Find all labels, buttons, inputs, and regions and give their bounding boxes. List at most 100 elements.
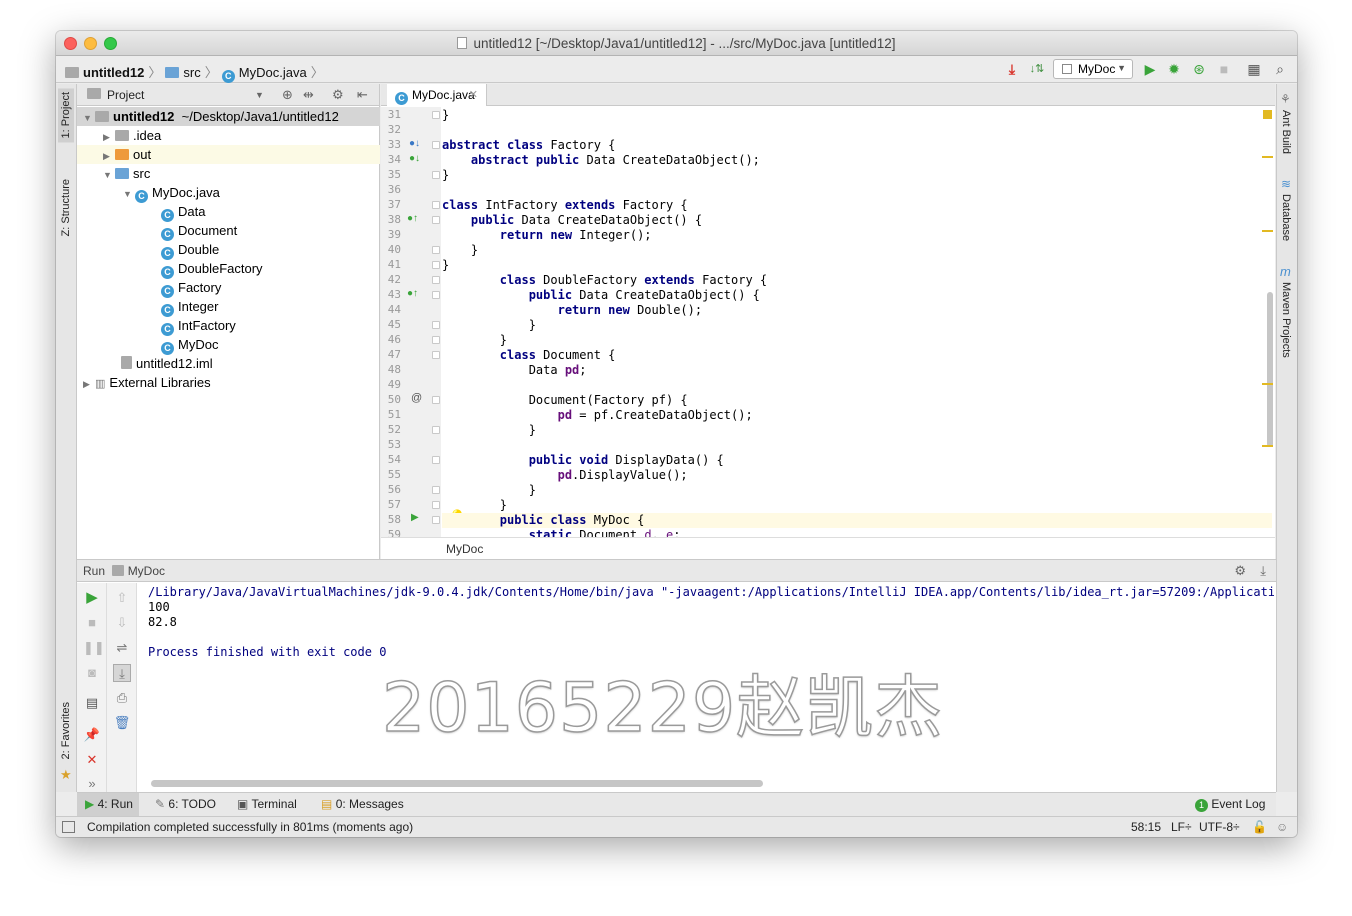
structure-tool-tab[interactable]: Z: Structure [60,179,72,236]
pin-icon[interactable]: 📌 [83,726,101,744]
fold-marker[interactable] [432,351,440,359]
tree-item-out[interactable]: ▶ out [77,145,380,164]
tree-item-class[interactable]: C DoubleFactory [77,259,380,279]
code-area[interactable]: } abstract class Factory { abstract publ… [442,107,1272,537]
sort-icon[interactable]: ↓⇅ [1029,61,1045,77]
print-icon[interactable]: ⎙ [113,689,131,707]
rerun-icon[interactable]: ▶ [83,589,101,607]
tab-todo[interactable]: ✎ 6: TODO [155,797,216,811]
tree-item-class[interactable]: C Factory [77,278,380,298]
chevron-down-icon[interactable]: ▼ [255,90,264,100]
project-view-selector[interactable]: Project [107,88,144,102]
fold-marker[interactable] [432,246,440,254]
coverage-icon[interactable]: ⊛ [1191,61,1207,77]
search-icon[interactable]: ⌕ [1272,61,1288,77]
project-structure-icon[interactable]: ▦ [1246,61,1262,77]
lock-icon[interactable]: 🔓 [1252,820,1267,834]
pause-icon[interactable]: ❚❚ [83,639,105,657]
more-icon[interactable]: » [83,775,101,793]
close-icon[interactable]: ✕ [83,751,101,769]
fold-marker[interactable] [432,291,440,299]
soft-wrap-icon[interactable]: ⇌ [113,639,131,657]
encoding-selector[interactable]: UTF-8÷ [1199,820,1240,834]
status-message[interactable]: Compilation completed successfully in 80… [87,820,413,834]
fold-marker[interactable] [432,396,440,404]
collapse-all-icon[interactable]: ⇹ [303,87,314,103]
fold-marker[interactable] [432,501,440,509]
override-marker-icon[interactable]: ●↑ [407,213,418,224]
tab-event-log[interactable]: 1 Event Log [1195,797,1265,812]
fold-marker[interactable] [432,321,440,329]
tool-windows-toggle-icon[interactable] [62,821,75,833]
run-gutter-icon[interactable]: ▶ [411,512,419,523]
tab-terminal[interactable]: ▣ Terminal [237,797,297,811]
override-marker-icon[interactable]: ●↑ [407,288,418,299]
database-tab[interactable]: Database [1280,194,1292,241]
tree-item-class[interactable]: C IntFactory [77,316,380,336]
breadcrumb-project[interactable]: untitled12 [83,65,144,80]
ant-build-tab[interactable]: Ant Build [1280,110,1292,154]
hide-panel-icon[interactable]: ⇤ [357,87,368,103]
tree-root[interactable]: ▼ untitled12 ~/Desktop/Java1/untitled12 [77,107,380,126]
implemented-marker-icon[interactable]: ●↓ [409,138,420,149]
run-icon[interactable]: ▶ [1142,61,1158,77]
dump-threads-icon[interactable]: ◙ [83,664,101,682]
fold-marker[interactable] [432,141,440,149]
scroll-from-source-icon[interactable]: ⊕ [282,87,293,103]
fold-marker[interactable] [432,276,440,284]
stripe-mark[interactable] [1262,230,1273,232]
breadcrumb-folder[interactable]: src [183,65,200,80]
hide-panel-icon[interactable]: ⤓ [1260,563,1266,579]
fold-marker[interactable] [432,456,440,464]
stop-icon[interactable]: ■ [1216,61,1232,77]
favorites-tool-tab[interactable]: 2: Favorites [60,702,72,759]
line-separator-selector[interactable]: LF÷ [1171,820,1192,834]
restore-layout-icon[interactable]: ▤ [83,694,101,712]
gear-icon[interactable]: ⚙ [332,87,344,103]
fold-marker[interactable] [432,261,440,269]
constructor-marker-icon[interactable]: @ [411,392,422,404]
run-config-tab[interactable]: MyDoc [128,564,165,578]
stop-icon[interactable]: ■ [83,614,101,632]
run-config-selector[interactable]: MyDoc ▼ [1053,59,1133,79]
tree-item-class[interactable]: C Double [77,240,380,260]
tree-item-idea[interactable]: ▶ .idea [77,126,380,145]
fold-marker[interactable] [432,111,440,119]
fold-marker[interactable] [432,201,440,209]
inspector-icon[interactable]: ☺ [1276,820,1288,834]
build-icon[interactable]: ⤓ [1004,61,1020,77]
implemented-marker-icon[interactable]: ●↓ [409,153,420,164]
stripe-mark[interactable] [1262,156,1273,158]
tree-item-class[interactable]: C MyDoc [77,335,380,355]
debug-icon[interactable]: ✹ [1166,61,1182,77]
breadcrumb-file[interactable]: MyDoc.java [239,65,307,80]
caret-position[interactable]: 58:15 [1131,820,1161,834]
tab-run[interactable]: ▶ 4: Run [77,793,139,816]
tab-mydoc-java[interactable]: C MyDoc.java ✕ [387,84,487,106]
tree-item-class[interactable]: C Data [77,202,380,222]
tree-item-mydoc-java[interactable]: ▼ C MyDoc.java [77,183,380,203]
project-tool-tab[interactable]: 1: Project [58,88,74,143]
tree-item-class[interactable]: C Integer [77,297,380,317]
fold-marker[interactable] [432,516,440,524]
close-tab-icon[interactable]: ✕ [469,88,478,101]
warning-indicator-icon[interactable] [1263,110,1272,119]
fold-marker[interactable] [432,486,440,494]
arrow-down-icon[interactable]: ⇩ [113,614,131,632]
gear-icon[interactable]: ⚙ [1234,563,1246,579]
horizontal-scrollbar[interactable] [151,780,763,787]
fold-marker[interactable] [432,336,440,344]
stripe-mark[interactable] [1262,383,1273,385]
fold-marker[interactable] [432,216,440,224]
tree-item-class[interactable]: C Document [77,221,380,241]
fold-marker[interactable] [432,426,440,434]
maven-projects-tab[interactable]: Maven Projects [1280,282,1292,358]
clear-all-icon[interactable]: 🗑 [113,714,131,732]
tree-item-iml[interactable]: untitled12.iml [77,354,380,373]
tab-messages[interactable]: ▤ 0: Messages [321,797,404,811]
fold-marker[interactable] [432,171,440,179]
stripe-mark[interactable] [1262,445,1273,447]
scroll-to-end-icon[interactable]: ⤓ [113,664,131,682]
vertical-scrollbar[interactable] [1267,292,1273,447]
tree-item-src[interactable]: ▼ src [77,164,380,183]
